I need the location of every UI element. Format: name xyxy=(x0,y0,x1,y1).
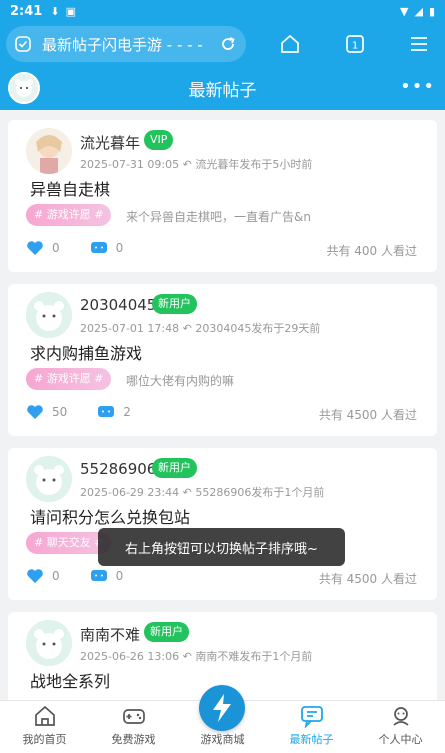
avatar[interactable] xyxy=(26,292,72,338)
reload-icon[interactable] xyxy=(218,34,238,54)
avatar[interactable] xyxy=(26,456,72,502)
tab-count: 1 xyxy=(351,41,357,52)
game-store-button[interactable] xyxy=(199,685,245,731)
app-logo xyxy=(8,72,40,104)
tab-home-label: 我的首页 xyxy=(22,733,67,746)
battery-icon: ▮ xyxy=(428,4,435,18)
post-date: 2025-06-29 23:44 xyxy=(80,486,180,499)
post-meta: 2025-07-01 17:48 ↶ 20304045发布于29天前 xyxy=(80,320,320,336)
post-meta: 2025-07-31 09:05 ↶ 流光暮年发布于5小时前 xyxy=(80,156,312,172)
tabs-icon: 1 xyxy=(345,35,364,53)
like-count: 50 xyxy=(52,405,68,419)
post-stats: 0 0 xyxy=(26,240,123,256)
menu-icon xyxy=(410,37,427,51)
post-card[interactable]: 55286906 新用户 2025-06-29 23:44 ↶ 55286906… xyxy=(8,448,437,600)
reply-icon: ↶ xyxy=(182,650,196,663)
post-relative-time: 流光暮年发布于5小时前 xyxy=(195,158,313,171)
comment-icon[interactable] xyxy=(97,404,115,420)
post-excerpt: 哪位大佬有内购的嘛 xyxy=(126,374,235,388)
post-feed[interactable]: 流光暮年 VIP 2025-07-31 09:05 ↶ 流光暮年发布于5小时前 … xyxy=(0,120,445,700)
comment-count: 0 xyxy=(115,241,124,255)
post-tag[interactable]: # 游戏许愿 # xyxy=(26,368,112,390)
vip-badge: VIP xyxy=(144,130,174,150)
signal-icon: ◢ xyxy=(414,4,423,18)
menu-button[interactable] xyxy=(399,26,439,62)
browser-toolbar: 最新帖子闪电手游 - - - - 1 xyxy=(0,22,445,66)
home-button[interactable] xyxy=(270,26,310,62)
gamepad-icon xyxy=(122,709,145,724)
tab-game-store-label: 游戏商城 xyxy=(200,733,245,746)
tabs-button[interactable]: 1 xyxy=(335,26,375,62)
view-count: 共有 4500 人看过 xyxy=(318,408,417,422)
page-title: 最新帖子 xyxy=(188,80,257,101)
post-author[interactable]: 20304045 xyxy=(80,296,156,314)
post-title[interactable]: 异兽自走棋 xyxy=(30,176,110,200)
post-meta: 2025-06-26 13:06 ↶ 南南不难发布于1个月前 xyxy=(80,648,312,664)
status-bar: 2:41 ⬇ ▣ ▼ ◢ ▮ xyxy=(0,0,445,22)
lightning-icon xyxy=(213,694,231,722)
tab-home[interactable]: 我的首页 xyxy=(0,701,89,753)
status-time: 2:41 xyxy=(10,3,43,19)
heart-icon[interactable] xyxy=(26,240,44,256)
heart-icon[interactable] xyxy=(26,568,44,584)
post-author[interactable]: 55286906 xyxy=(80,460,156,478)
user-icon xyxy=(392,707,409,726)
comment-count: 0 xyxy=(115,569,124,583)
page-header: 最新帖子 ••• xyxy=(0,66,445,110)
post-stats: 50 2 xyxy=(26,404,131,420)
post-relative-time: 南南不难发布于1个月前 xyxy=(195,650,313,663)
post-stats: 0 0 xyxy=(26,568,123,584)
post-title[interactable]: 请问积分怎么兑换包站 xyxy=(30,504,190,528)
tab-free-games[interactable]: 免费游戏 xyxy=(89,701,178,753)
like-count: 0 xyxy=(52,569,60,583)
notification-icon: ▣ xyxy=(65,4,76,18)
post-excerpt: 来个异兽自走棋吧，一直看广告&n xyxy=(126,210,311,224)
post-date: 2025-07-01 17:48 xyxy=(80,322,180,335)
tab-latest-posts-label: 最新帖子 xyxy=(289,733,334,746)
view-count: 共有 4500 人看过 xyxy=(318,572,417,586)
post-title[interactable]: 战地全系列 xyxy=(30,668,110,692)
comment-icon[interactable] xyxy=(90,568,108,584)
post-tag[interactable]: # 游戏许愿 # xyxy=(26,204,112,226)
post-date: 2025-07-31 09:05 xyxy=(80,158,180,171)
home-icon xyxy=(281,34,300,53)
heart-icon[interactable] xyxy=(26,404,44,420)
new-user-badge: 新用户 xyxy=(152,458,197,478)
address-bar[interactable]: 最新帖子闪电手游 - - - - xyxy=(6,26,246,62)
post-author[interactable]: 南南不难 xyxy=(80,624,140,645)
post-relative-time: 20304045发布于29天前 xyxy=(195,322,321,335)
avatar[interactable] xyxy=(26,620,72,666)
avatar[interactable] xyxy=(26,128,72,174)
post-date: 2025-06-26 13:06 xyxy=(80,650,180,663)
home-icon xyxy=(34,705,55,726)
shield-check-icon xyxy=(15,36,31,52)
new-user-badge: 新用户 xyxy=(152,294,197,314)
post-card[interactable]: 流光暮年 VIP 2025-07-31 09:05 ↶ 流光暮年发布于5小时前 … xyxy=(8,120,437,272)
post-author[interactable]: 流光暮年 xyxy=(80,132,140,153)
tab-profile[interactable]: 个人中心 xyxy=(356,701,445,753)
tab-profile-label: 个人中心 xyxy=(378,733,423,746)
view-count: 共有 400 人看过 xyxy=(326,244,417,258)
post-meta: 2025-06-29 23:44 ↶ 55286906发布于1个月前 xyxy=(80,484,324,500)
page-url-title: 最新帖子闪电手游 - - - - xyxy=(42,35,203,54)
wifi-icon: ▼ xyxy=(400,4,409,18)
like-count: 0 xyxy=(52,241,60,255)
new-user-badge: 新用户 xyxy=(144,622,189,642)
post-card[interactable]: 20304045 新用户 2025-07-01 17:48 ↶ 20304045… xyxy=(8,284,437,436)
tab-latest-posts[interactable]: 最新帖子 xyxy=(267,701,356,753)
reply-icon: ↶ xyxy=(182,158,196,171)
post-title[interactable]: 求内购捕鱼游戏 xyxy=(30,340,142,364)
download-icon: ⬇ xyxy=(50,4,60,18)
reply-icon: ↶ xyxy=(182,322,196,335)
reply-icon: ↶ xyxy=(182,486,196,499)
tab-free-games-label: 免费游戏 xyxy=(111,733,156,746)
chat-bubble-icon xyxy=(300,706,323,728)
post-relative-time: 55286906发布于1个月前 xyxy=(195,486,325,499)
more-options-icon[interactable]: ••• xyxy=(400,76,435,97)
sort-hint-toast: 右上角按钮可以切换帖子排序哦~ xyxy=(98,528,345,566)
comment-icon[interactable] xyxy=(90,240,108,256)
comment-count: 2 xyxy=(123,405,131,419)
